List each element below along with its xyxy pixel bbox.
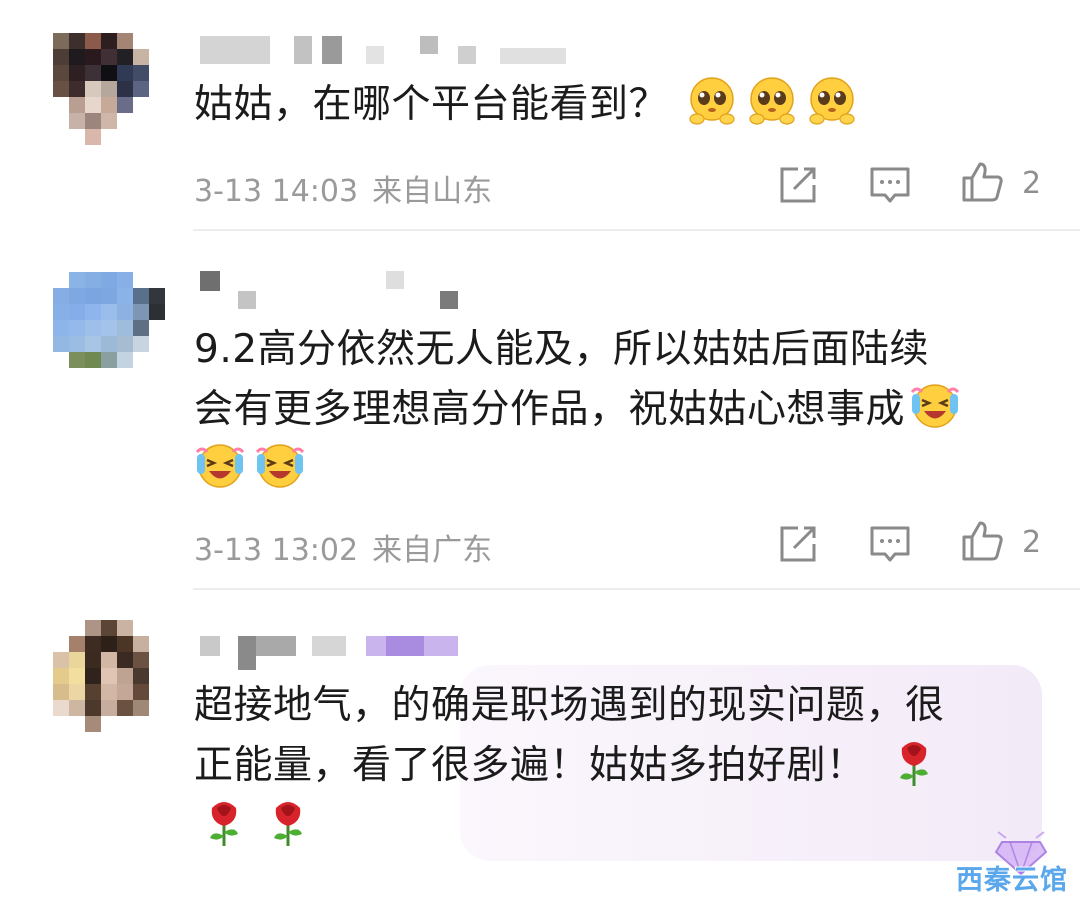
comment-body-line: 正能量，看了很多遍！姑姑多拍好剧！ (194, 736, 945, 796)
like-count: 2 (1022, 525, 1042, 560)
thumbs-up-icon[interactable] (960, 160, 1004, 204)
username[interactable] (200, 636, 500, 670)
comment-icon[interactable] (868, 522, 912, 566)
rose-emoji-icon (208, 800, 240, 848)
comment-item: 9.2高分依然无人能及，所以姑姑后面陆续 会有更多理想高分作品，祝姑姑心想事成 … (0, 231, 1080, 589)
comment-time: 3-13 14:03 (194, 174, 359, 209)
watermark: 西秦云馆 (956, 865, 1068, 896)
avatar[interactable] (53, 33, 165, 145)
emoji-line (194, 440, 961, 500)
comment-body-line: 超接地气，的确是职场遇到的现实问题，很 (194, 683, 945, 728)
comment-location: 来自山东 (372, 174, 493, 209)
shy-emoji-icon (749, 77, 795, 125)
laugh-cry-emoji-icon (910, 383, 960, 429)
comment-body-line-text: 正能量，看了很多遍！姑姑多拍好剧！ (194, 743, 866, 788)
comment-text: 姑姑，在哪个平台能看到？ (194, 75, 858, 135)
comment-icon[interactable] (868, 163, 912, 207)
username[interactable] (200, 271, 480, 309)
comment-meta: 3-13 14:03 来自山东 (194, 166, 492, 210)
comment-time: 3-13 13:02 (194, 533, 359, 568)
emoji-line (194, 796, 945, 856)
avatar[interactable] (53, 272, 165, 384)
avatar[interactable] (53, 620, 165, 732)
comment-body-line: 会有更多理想高分作品，祝姑姑心想事成 (194, 380, 961, 440)
comment-body-line-text: 会有更多理想高分作品，祝姑姑心想事成 (194, 387, 906, 432)
rose-emoji-icon (272, 800, 304, 848)
like-count: 2 (1022, 166, 1042, 201)
username[interactable] (200, 36, 580, 64)
comment-item: 超接地气，的确是职场遇到的现实问题，很 正能量，看了很多遍！姑姑多拍好剧！ (0, 590, 1080, 903)
rose-emoji-icon (898, 740, 930, 788)
thumbs-up-icon[interactable] (960, 519, 1004, 563)
laugh-cry-emoji-icon (255, 443, 305, 489)
shy-emoji-icon (689, 77, 735, 125)
share-icon[interactable] (776, 163, 820, 207)
comment-meta: 3-13 13:02 来自广东 (194, 525, 492, 569)
comment-text: 9.2高分依然无人能及，所以姑姑后面陆续 会有更多理想高分作品，祝姑姑心想事成 (194, 320, 961, 500)
shy-emoji-icon (809, 77, 855, 125)
comment-text: 超接地气，的确是职场遇到的现实问题，很 正能量，看了很多遍！姑姑多拍好剧！ (194, 676, 945, 856)
laugh-cry-emoji-icon (195, 443, 245, 489)
share-icon[interactable] (776, 522, 820, 566)
comment-body: 姑姑，在哪个平台能看到？ (194, 82, 669, 127)
comment-location: 来自广东 (372, 533, 493, 568)
comment-item: 姑姑，在哪个平台能看到？ 3-13 14:03 来自山东 2 (0, 0, 1080, 230)
comment-body-line: 9.2高分依然无人能及，所以姑姑后面陆续 (194, 327, 930, 372)
